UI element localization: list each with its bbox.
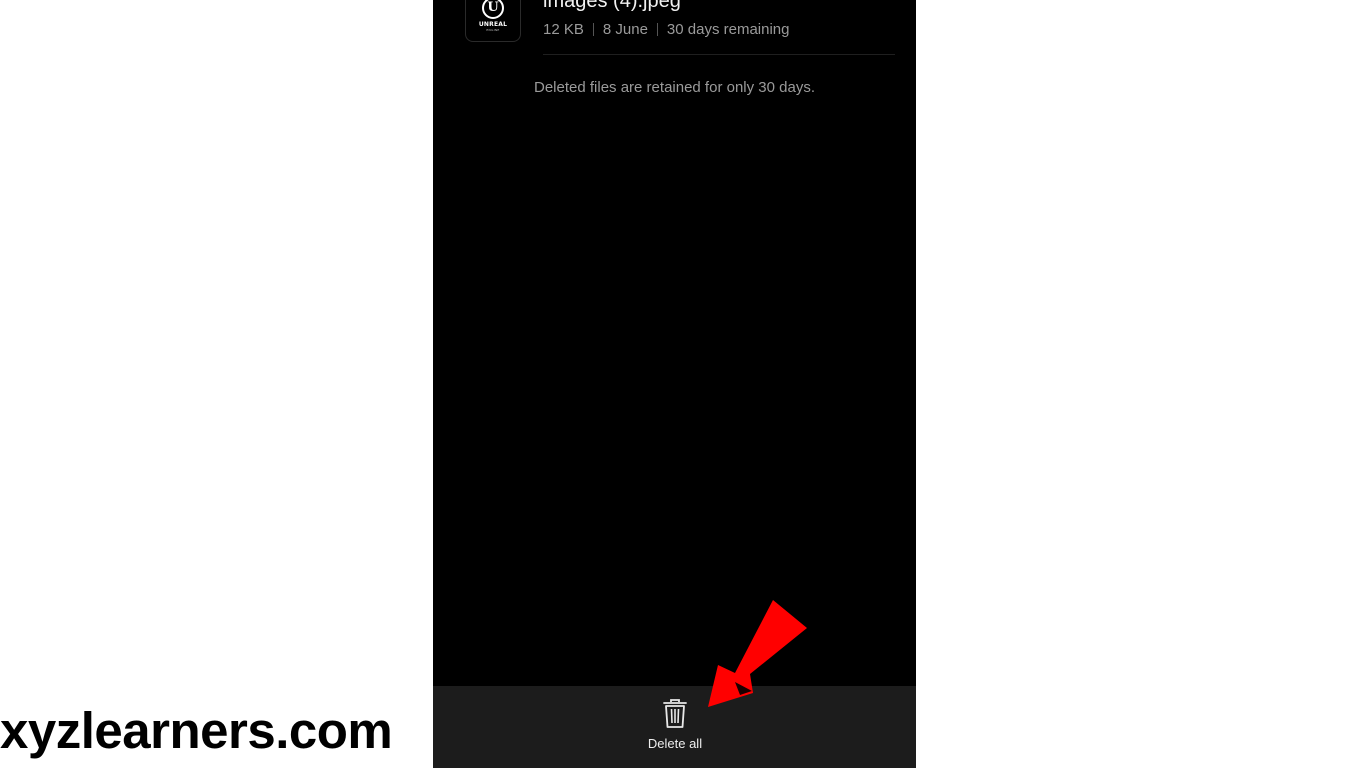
file-meta: 12 KB 8 June 30 days remaining xyxy=(543,21,790,38)
list-divider xyxy=(543,54,895,55)
delete-all-label: Delete all xyxy=(647,736,703,751)
file-list-item[interactable]: U UNREAL ENGINE images (4).jpeg 12 KB 8 … xyxy=(433,0,916,56)
unreal-logo-icon: U xyxy=(482,0,504,19)
meta-separator xyxy=(592,23,594,36)
bottom-action-bar: Delete all xyxy=(433,686,916,768)
retention-note: Deleted files are retained for only 30 d… xyxy=(534,79,815,96)
watermark-text: xyzlearners.com xyxy=(0,702,393,759)
meta-separator xyxy=(656,23,658,36)
phone-screen: U UNREAL ENGINE images (4).jpeg 12 KB 8 … xyxy=(433,0,916,768)
file-size: 12 KB xyxy=(543,21,584,38)
thumbnail-subtext: ENGINE xyxy=(486,27,500,32)
file-remaining: 30 days remaining xyxy=(666,21,790,38)
file-name: images (4).jpeg xyxy=(543,0,681,12)
file-date: 8 June xyxy=(602,21,648,38)
red-arrow-annotation xyxy=(708,600,807,707)
file-thumbnail: U UNREAL ENGINE xyxy=(465,0,521,42)
thumbnail-text: UNREAL xyxy=(478,20,508,28)
trash-icon xyxy=(663,699,687,728)
